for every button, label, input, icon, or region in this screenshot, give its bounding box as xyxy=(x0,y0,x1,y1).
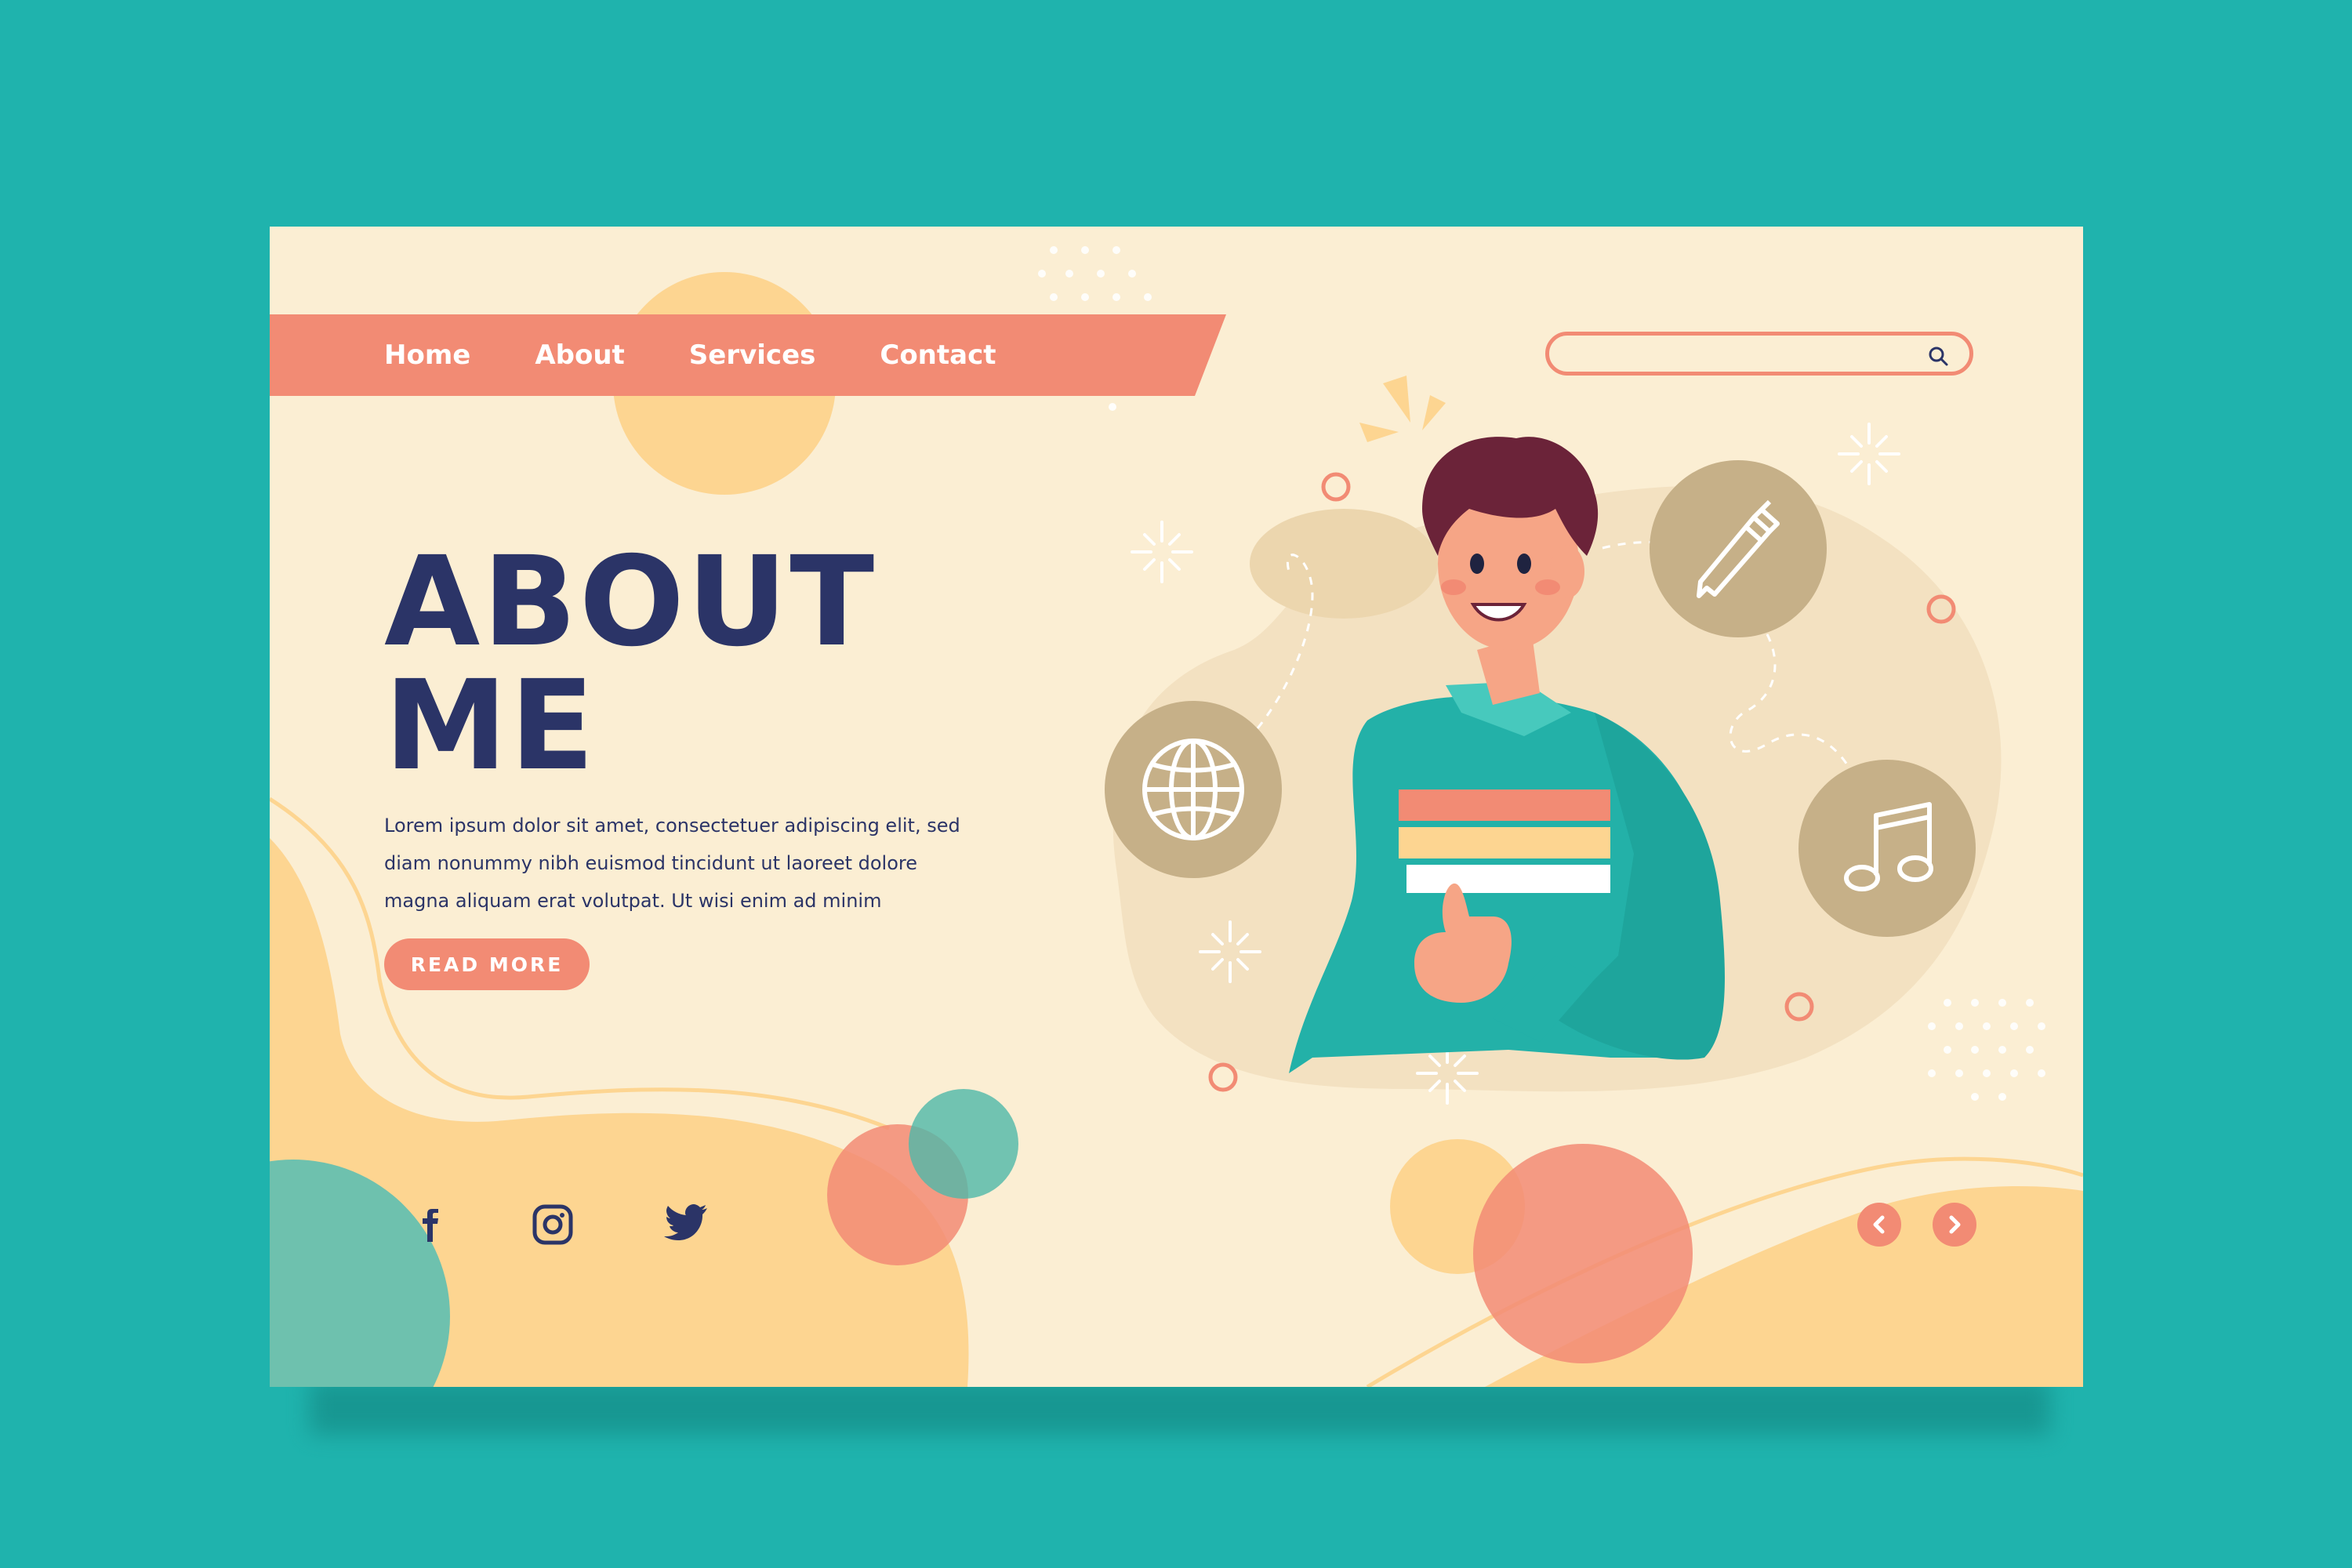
globe-icon xyxy=(1142,739,1244,840)
pencil-icon xyxy=(1697,499,1780,598)
music-note-icon xyxy=(1844,802,1933,891)
pencil-badge xyxy=(1650,460,1827,637)
music-badge xyxy=(1798,760,1976,937)
page-background: Home About Services Contact ABOUT ME Lor… xyxy=(0,0,2352,1568)
card-shadow xyxy=(310,1380,2050,1435)
landing-card: Home About Services Contact ABOUT ME Lor… xyxy=(270,227,2083,1387)
globe-badge xyxy=(1105,701,1282,878)
